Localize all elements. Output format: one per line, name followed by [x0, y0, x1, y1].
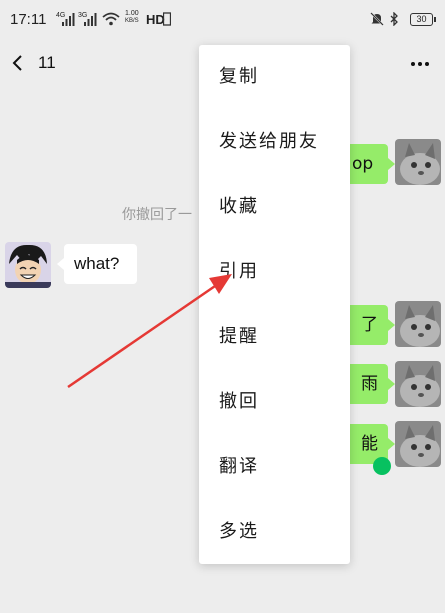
mute-icon	[370, 12, 384, 26]
signal-icon-1	[62, 13, 75, 26]
status-bar: 17:11 4G 3G 1.00 KB/S HD 30	[0, 0, 445, 40]
cat-avatar-icon	[395, 301, 441, 347]
net-speed-unit: KB/S	[125, 18, 139, 24]
cat-avatar-icon	[395, 139, 441, 185]
bubble-tail	[388, 319, 395, 331]
menu-item-recall[interactable]: 撤回	[199, 370, 350, 434]
status-time: 17:11	[10, 11, 47, 28]
hd-indicator: HD	[146, 12, 165, 27]
menu-item-copy[interactable]: 复制	[199, 45, 350, 109]
bubble-tail	[388, 438, 395, 450]
back-arrow-icon[interactable]	[6, 48, 34, 78]
avatar-self[interactable]	[395, 421, 441, 467]
avatar-friend[interactable]	[5, 242, 51, 288]
wifi-icon	[102, 12, 120, 26]
menu-item-forward[interactable]: 发送给朋友	[199, 110, 350, 174]
more-icon[interactable]	[408, 54, 432, 74]
net-speed-value: 1.00	[125, 10, 139, 17]
message-text: 能	[361, 434, 378, 454]
online-status-dot	[373, 457, 391, 475]
message-text: 了	[361, 315, 378, 335]
bubble-tail	[57, 258, 64, 270]
hd-signal-icon	[163, 12, 171, 26]
menu-item-remind[interactable]: 提醒	[199, 305, 350, 369]
message-context-menu: 复制 发送给朋友 收藏 引用 提醒 撤回 翻译 多选	[199, 45, 350, 564]
menu-item-quote[interactable]: 引用	[199, 240, 350, 304]
avatar-self[interactable]	[395, 301, 441, 347]
avatar-self[interactable]	[395, 361, 441, 407]
bluetooth-icon	[390, 12, 398, 26]
bubble-tail	[388, 378, 395, 390]
message-text: what?	[74, 254, 120, 273]
menu-item-multiselect[interactable]: 多选	[199, 500, 350, 564]
menu-item-favorite[interactable]: 收藏	[199, 175, 350, 239]
menu-item-translate[interactable]: 翻译	[199, 435, 350, 499]
battery-icon: 30	[410, 13, 436, 26]
anime-avatar-icon	[5, 242, 51, 288]
bubble-tail	[388, 158, 395, 170]
message-text: op	[352, 154, 374, 174]
cat-avatar-icon	[395, 361, 441, 407]
signal-icon-2	[84, 13, 97, 26]
avatar-self[interactable]	[395, 139, 441, 185]
cat-avatar-icon	[395, 421, 441, 467]
recall-notice: 你撤回了一	[122, 207, 192, 223]
chat-title: 11	[38, 53, 56, 72]
message-bubble-received[interactable]: what?	[64, 244, 137, 284]
message-text: 雨	[361, 374, 378, 394]
